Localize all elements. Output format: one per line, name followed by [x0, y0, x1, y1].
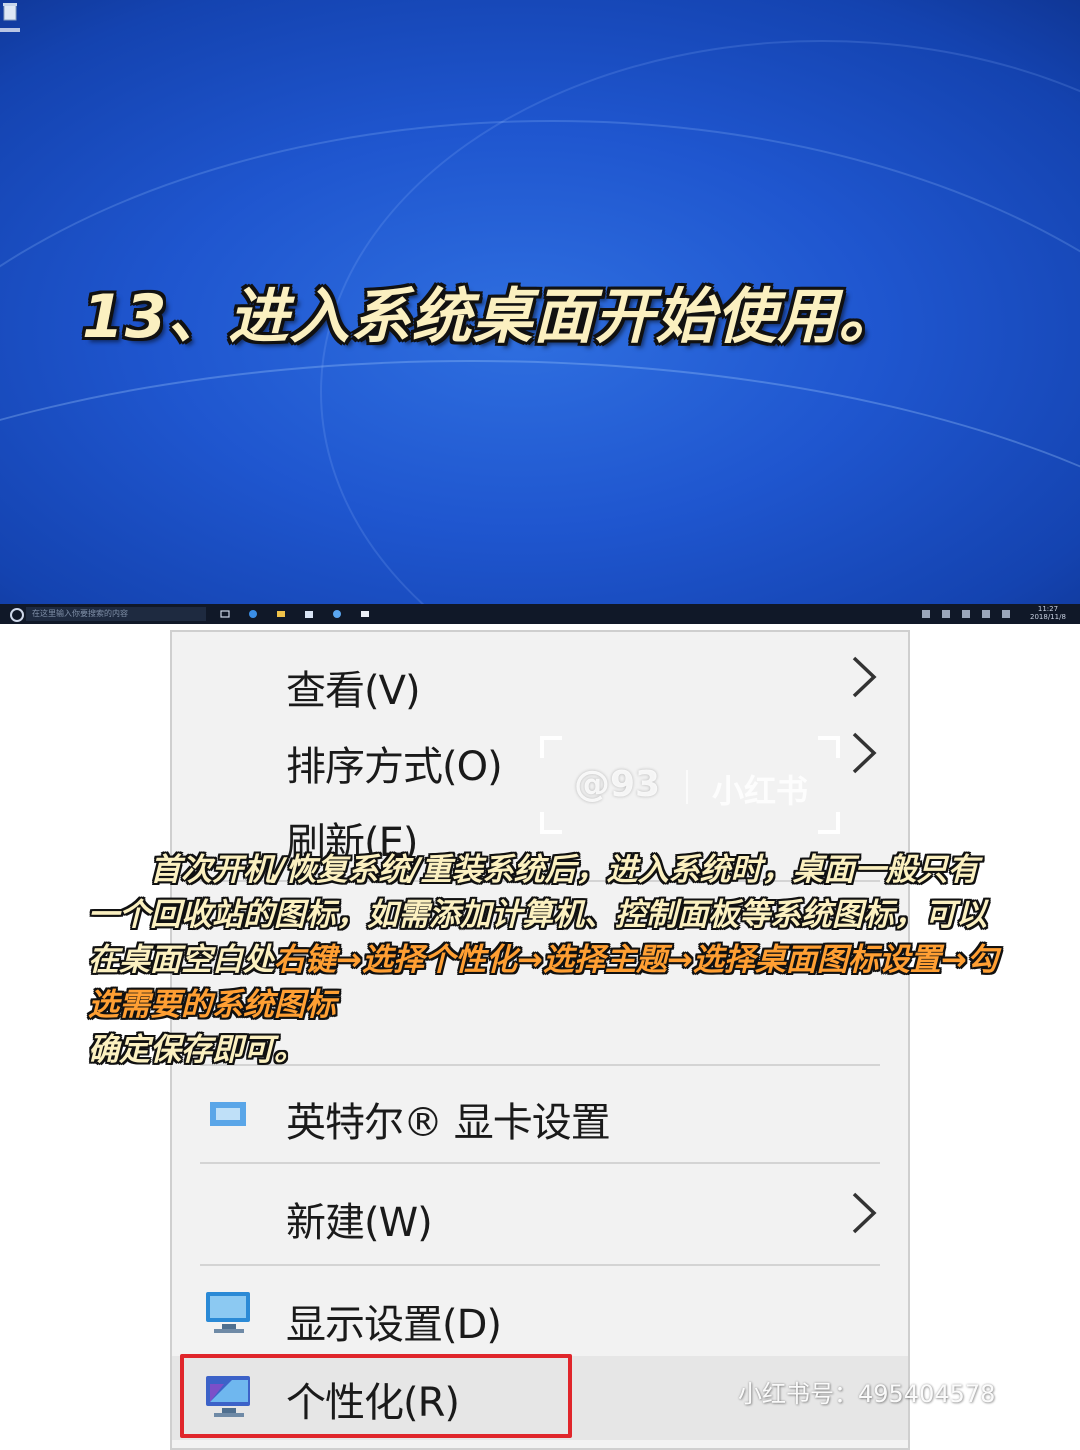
chevron-right-icon: [852, 1192, 877, 1234]
menu-item-label: 英特尔® 显卡设置: [286, 1100, 611, 1146]
menu-item-label: 新建(W): [286, 1200, 433, 1246]
task-view-icon[interactable]: [220, 609, 230, 619]
clock-time: 11:27: [1037, 605, 1059, 613]
display-monitor-icon: [206, 1292, 250, 1333]
instruction-text: 首次开机/恢复系统/重装系统后，进入系统时，桌面一般只有一个回收站的图标，如需添…: [88, 848, 1008, 1073]
taskbar-search-box[interactable]: 在这里输入你要搜索的内容: [26, 607, 206, 621]
step-caption: 13、进入系统桌面开始使用。: [82, 282, 900, 352]
ime-icon[interactable]: [982, 610, 990, 618]
red-highlight-box: [180, 1354, 572, 1438]
edge-browser-icon[interactable]: [248, 609, 258, 619]
volume-icon[interactable]: [962, 610, 970, 618]
chevron-right-icon: [852, 732, 877, 774]
menu-item-label: 排序方式(O): [286, 744, 503, 790]
recycle-bin-label: [0, 28, 20, 32]
menu-divider: [200, 1264, 880, 1266]
intel-graphics-icon: [210, 1102, 246, 1126]
file-explorer-icon[interactable]: [276, 609, 286, 619]
watermark-brand: 小红书: [712, 772, 809, 810]
clock-date: 2018/11/8: [1030, 613, 1066, 621]
mail-icon[interactable]: [360, 609, 370, 619]
watermark-user-id: 小红书号：495404578: [738, 1380, 996, 1408]
search-placeholder: 在这里输入你要搜索的内容: [32, 609, 128, 618]
taskbar-clock[interactable]: 11:27 2018/11/8: [1030, 605, 1066, 621]
chevron-right-icon: [852, 656, 877, 698]
menu-item-label: 显示设置(D): [286, 1302, 502, 1348]
menu-item-label: 查看(V): [286, 668, 421, 714]
browser-icon[interactable]: [332, 609, 342, 619]
menu-divider: [200, 1162, 880, 1164]
desktop-wallpaper: 13、进入系统桌面开始使用。: [0, 0, 1080, 604]
cortana-icon[interactable]: [10, 608, 24, 622]
watermark-separator: [686, 770, 688, 804]
watermark-logo-text: 小红书: [930, 1318, 997, 1343]
tray-up-icon[interactable]: [942, 610, 950, 618]
store-icon[interactable]: [304, 609, 314, 619]
network-icon[interactable]: [922, 610, 930, 618]
instruction-part-2: 确定保存即可。: [88, 1032, 305, 1068]
recycle-bin-icon[interactable]: [2, 2, 18, 22]
watermark-handle: @93: [574, 764, 661, 805]
notification-icon[interactable]: [1002, 610, 1010, 618]
taskbar: 在这里输入你要搜索的内容 11:27 2018/11/8: [0, 604, 1080, 624]
